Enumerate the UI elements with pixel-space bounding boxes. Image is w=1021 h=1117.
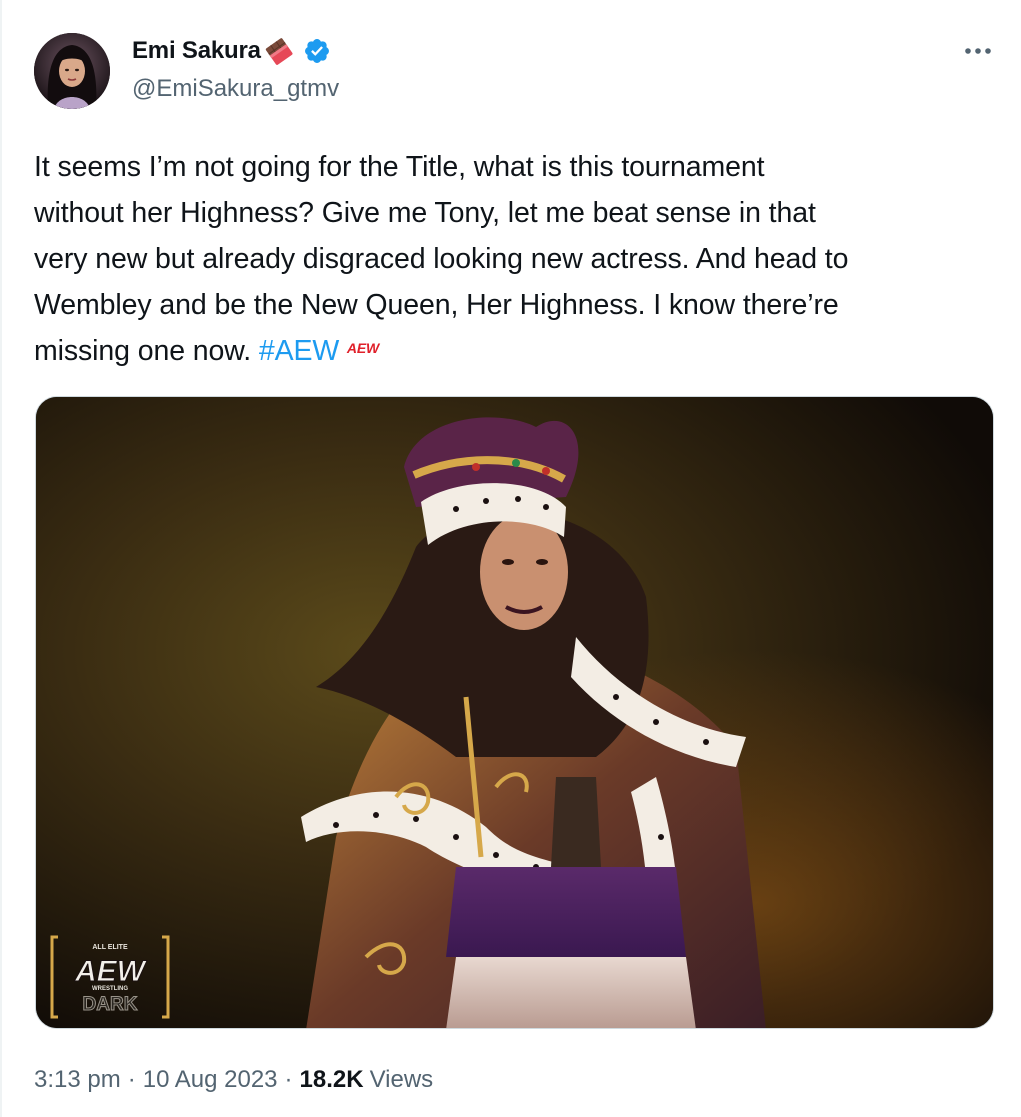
chocolate-bar-icon [265,38,293,65]
tweet-time[interactable]: 3:13 pm [34,1066,121,1094]
tweet-text-line: Wembley and be the New Queen, Her Highne… [34,289,839,321]
tweet-text-line: without her Highness? Give me Tony, let … [34,197,816,229]
aew-hashflag-icon: AEW [346,340,381,356]
separator-dot: · [284,1066,293,1093]
avatar[interactable] [34,33,110,109]
tweet: Emi Sakura @EmiSakura_gtmv It seems I’m … [0,0,1021,1117]
author-display-name[interactable]: Emi Sakura [132,37,261,65]
tweet-media-photo[interactable]: ALL ELITE AEW WRESTLING DARK [35,396,994,1029]
author-handle[interactable]: @EmiSakura_gtmv [132,75,339,103]
author-name-row[interactable]: Emi Sakura [132,34,331,68]
tweet-text-last-line: missing one now. #AEW AEW [34,328,994,374]
logo-main-text: AEW [74,955,148,988]
separator-dot: · [127,1066,136,1093]
verified-badge-icon [304,39,329,63]
more-dots-icon [965,48,991,54]
tweet-meta: 3:13 pm · 10 Aug 2023 · 18.2K Views [34,1063,433,1097]
avatar-image [34,33,110,109]
views-count[interactable]: 18.2K [300,1066,364,1094]
aew-hashflag-text: AEW [346,340,381,356]
tweet-text-line: It seems I’m not going for the Title, wh… [34,151,765,183]
tweet-text-line: very new but already disgraced looking n… [34,243,849,275]
logo-sub-text: WRESTLING [92,986,128,992]
logo-top-text: ALL ELITE [92,944,128,951]
tweet-text: It seems I’m not going for the Title, wh… [34,144,994,374]
queen-costume-photo: ALL ELITE AEW WRESTLING DARK [36,397,993,1028]
more-options-button[interactable] [958,34,998,68]
views-label: Views [369,1066,434,1093]
tweet-date[interactable]: 10 Aug 2023 [143,1066,278,1094]
tweet-text-line: missing one now. [34,335,259,367]
logo-bottom-text: DARK [83,994,138,1015]
hashtag-link[interactable]: #AEW [259,335,339,367]
